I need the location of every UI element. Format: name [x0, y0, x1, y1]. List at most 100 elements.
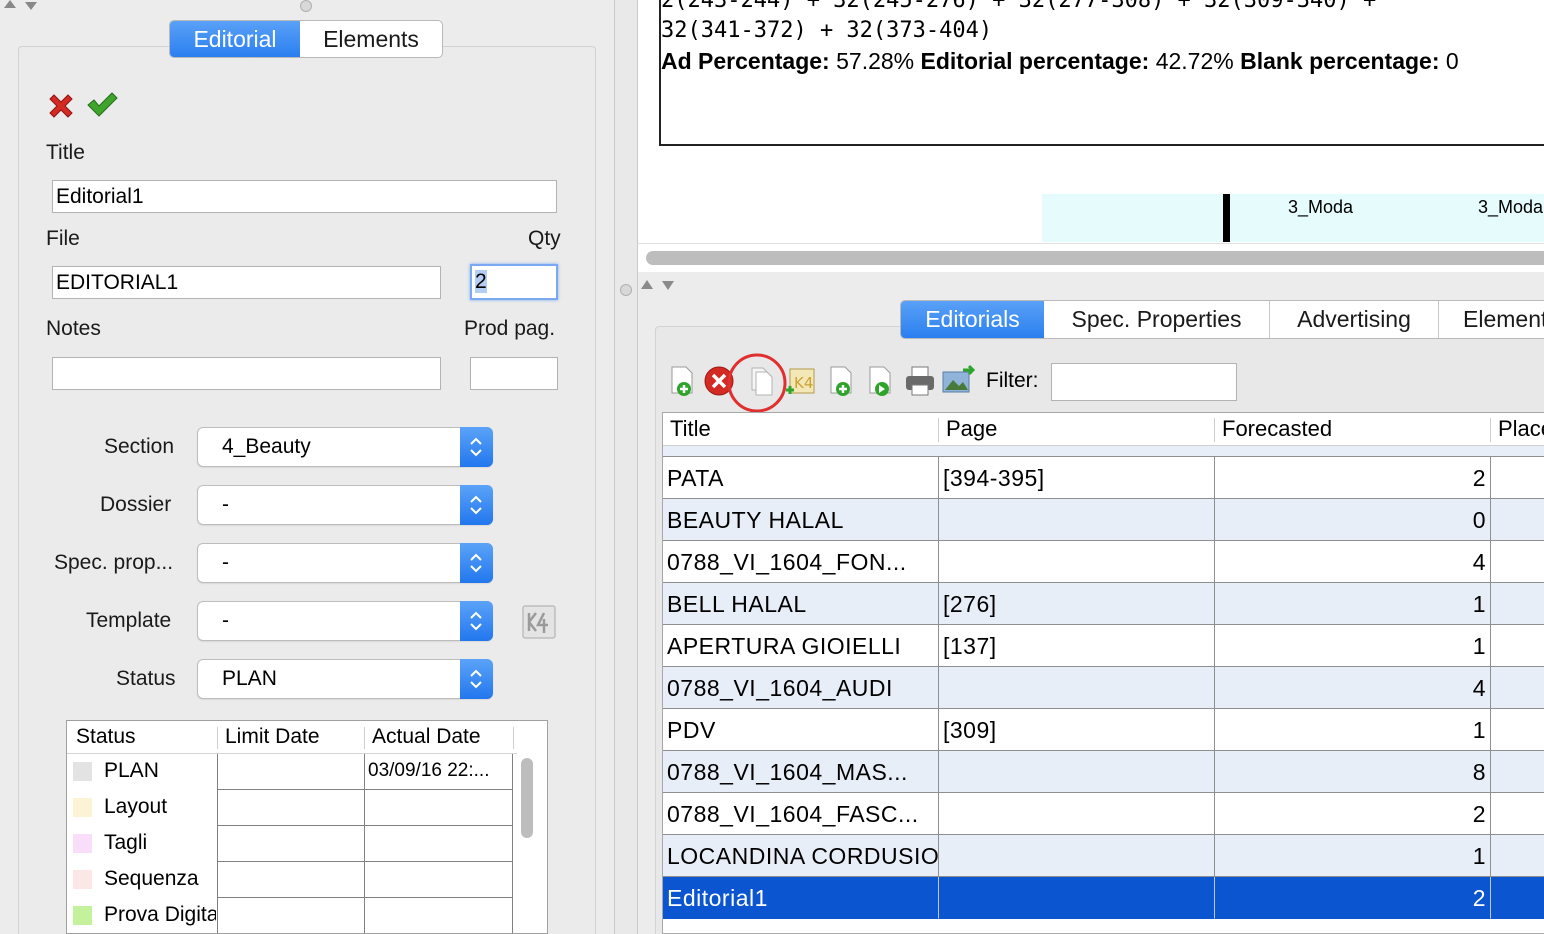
add-page-icon-3[interactable]: [864, 364, 898, 398]
print-icon[interactable]: [903, 364, 937, 398]
editorials-table: Title Page Forecasted Place PATA[394-395…: [662, 412, 1544, 934]
col-limit-date[interactable]: Limit Date: [225, 725, 320, 749]
tab-spec-properties[interactable]: Spec. Properties: [1044, 301, 1270, 338]
highlight-circle: [727, 353, 787, 413]
spec-prop-label: Spec. prop...: [54, 551, 174, 574]
actual-date-cell[interactable]: [364, 862, 513, 898]
filter-label: Filter:: [986, 369, 1039, 392]
col-place[interactable]: Place: [1498, 416, 1544, 442]
summary-horizontal-scrollbar[interactable]: [638, 243, 1544, 272]
collapse-down-icon[interactable]: [662, 281, 674, 290]
tab-elements[interactable]: Elements: [1439, 301, 1544, 338]
chevron-updown-icon: [460, 485, 493, 525]
page-summary-area: 2(243-244) + 32(245-276) + 32(277-308) +…: [638, 0, 1544, 272]
confirm-icon[interactable]: [85, 90, 119, 120]
template-label: Template: [86, 609, 172, 632]
limit-date-cell[interactable]: [217, 862, 365, 898]
status-select[interactable]: PLAN: [197, 659, 493, 699]
filter-input[interactable]: [1051, 363, 1237, 401]
forecasted-cell: 1: [1215, 835, 1491, 877]
col-actual-date[interactable]: Actual Date: [372, 725, 481, 749]
editorial-row[interactable]: 0788_VI_1604_AUDI 4: [663, 667, 1544, 709]
page-cell: [309]: [939, 709, 1215, 751]
editorial-row[interactable]: 0788_VI_1604_FON... 4: [663, 541, 1544, 583]
chevron-updown-icon: [460, 427, 493, 467]
summary-line-1: 2(243-244) + 32(245-276) + 32(277-308) +…: [661, 0, 1377, 13]
status-row[interactable]: Tagli: [67, 826, 513, 862]
col-title[interactable]: Title: [670, 416, 711, 442]
actual-date-cell[interactable]: 03/09/16 22:...: [364, 754, 513, 790]
limit-date-cell[interactable]: [217, 898, 365, 933]
col-status[interactable]: Status: [76, 725, 136, 749]
vertical-splitter[interactable]: [614, 0, 638, 934]
tab-editorials[interactable]: Editorials: [901, 301, 1044, 338]
actual-date-cell[interactable]: [364, 790, 513, 826]
collapse-up-icon[interactable]: [4, 0, 16, 8]
title-input[interactable]: Editorial1: [52, 180, 557, 213]
limit-date-cell[interactable]: [217, 754, 365, 790]
title-cell: 0788_VI_1604_FON...: [663, 541, 939, 583]
page-cell: [939, 751, 1215, 793]
status-row[interactable]: Sequenza: [67, 862, 513, 898]
status-table-scrollbar[interactable]: [516, 736, 538, 934]
tab-elements[interactable]: Elements: [300, 21, 442, 57]
editorial-row[interactable]: BELL HALAL [276] 1: [663, 583, 1544, 625]
k4-export-icon[interactable]: K4: [784, 364, 818, 398]
col-forecasted[interactable]: Forecasted: [1222, 416, 1332, 442]
qty-label: Qty: [528, 227, 561, 250]
k4-template-icon[interactable]: [522, 605, 556, 639]
title-label: Title: [46, 141, 85, 164]
page-strip-label-2[interactable]: 3_Moda: [1478, 197, 1543, 218]
collapse-down-icon[interactable]: [25, 2, 37, 10]
place-cell: [1491, 835, 1544, 877]
dossier-value: -: [222, 493, 229, 516]
col-page[interactable]: Page: [946, 416, 997, 442]
qty-value: 2: [475, 270, 487, 293]
page-cell: [276]: [939, 583, 1215, 625]
editorial-row[interactable]: 0788_VI_1604_FASC... 2: [663, 793, 1544, 835]
status-row[interactable]: Layout: [67, 790, 513, 826]
page-strip-label-1[interactable]: 3_Moda: [1288, 197, 1353, 218]
editorial-row[interactable]: 0788_VI_1604_MAS... 8: [663, 751, 1544, 793]
editorial-row[interactable]: PDV [309] 1: [663, 709, 1544, 751]
export-image-icon[interactable]: [941, 364, 975, 398]
file-label: File: [46, 227, 80, 250]
tab-advertising[interactable]: Advertising: [1270, 301, 1439, 338]
editorial-row[interactable]: PATA [394-395] 2: [663, 457, 1544, 499]
cancel-icon[interactable]: [45, 90, 77, 122]
status-row[interactable]: PLAN 03/09/16 22:...: [67, 754, 513, 790]
place-cell: [1491, 667, 1544, 709]
limit-date-cell[interactable]: [217, 790, 365, 826]
actual-date-cell[interactable]: [364, 898, 513, 933]
actual-date-cell[interactable]: [364, 826, 513, 862]
title-cell: PDV: [663, 709, 939, 751]
tab-editorial[interactable]: Editorial: [170, 21, 300, 57]
ad-percentage-value: 57.28%: [836, 48, 915, 74]
editorial-row[interactable]: Editorial1 2: [663, 877, 1544, 919]
qty-input[interactable]: 2: [470, 264, 558, 300]
spec-prop-select[interactable]: -: [197, 543, 493, 583]
drag-handle[interactable]: [300, 0, 312, 12]
forecasted-cell: 2: [1215, 793, 1491, 835]
status-row[interactable]: Prova Digitale: [67, 898, 513, 933]
editorial-row[interactable]: LOCANDINA CORDUSIO 1: [663, 835, 1544, 877]
section-select[interactable]: 4_Beauty: [197, 427, 493, 467]
prod-pag-input[interactable]: [470, 357, 558, 390]
editorial-row[interactable]: APERTURA GIOIELLI [137] 1: [663, 625, 1544, 667]
editorial-row[interactable]: BEAUTY HALAL 0: [663, 499, 1544, 541]
collapse-up-icon[interactable]: [641, 280, 653, 289]
forecasted-cell: 1: [1215, 625, 1491, 667]
file-input[interactable]: EDITORIAL1: [52, 266, 441, 299]
notes-input[interactable]: [52, 357, 441, 390]
splitter-handle[interactable]: [620, 284, 632, 296]
editorials-table-header: Title Page Forecasted Place: [663, 413, 1544, 446]
add-page-icon[interactable]: [666, 364, 700, 398]
title-cell: Editorial1: [663, 877, 939, 919]
place-cell: [1491, 793, 1544, 835]
dossier-select[interactable]: -: [197, 485, 493, 525]
limit-date-cell[interactable]: [217, 826, 365, 862]
page-strip: 3_Moda 3_Moda: [1042, 194, 1544, 242]
add-page-icon-2[interactable]: [825, 364, 859, 398]
place-cell: [1491, 499, 1544, 541]
template-select[interactable]: -: [197, 601, 493, 641]
